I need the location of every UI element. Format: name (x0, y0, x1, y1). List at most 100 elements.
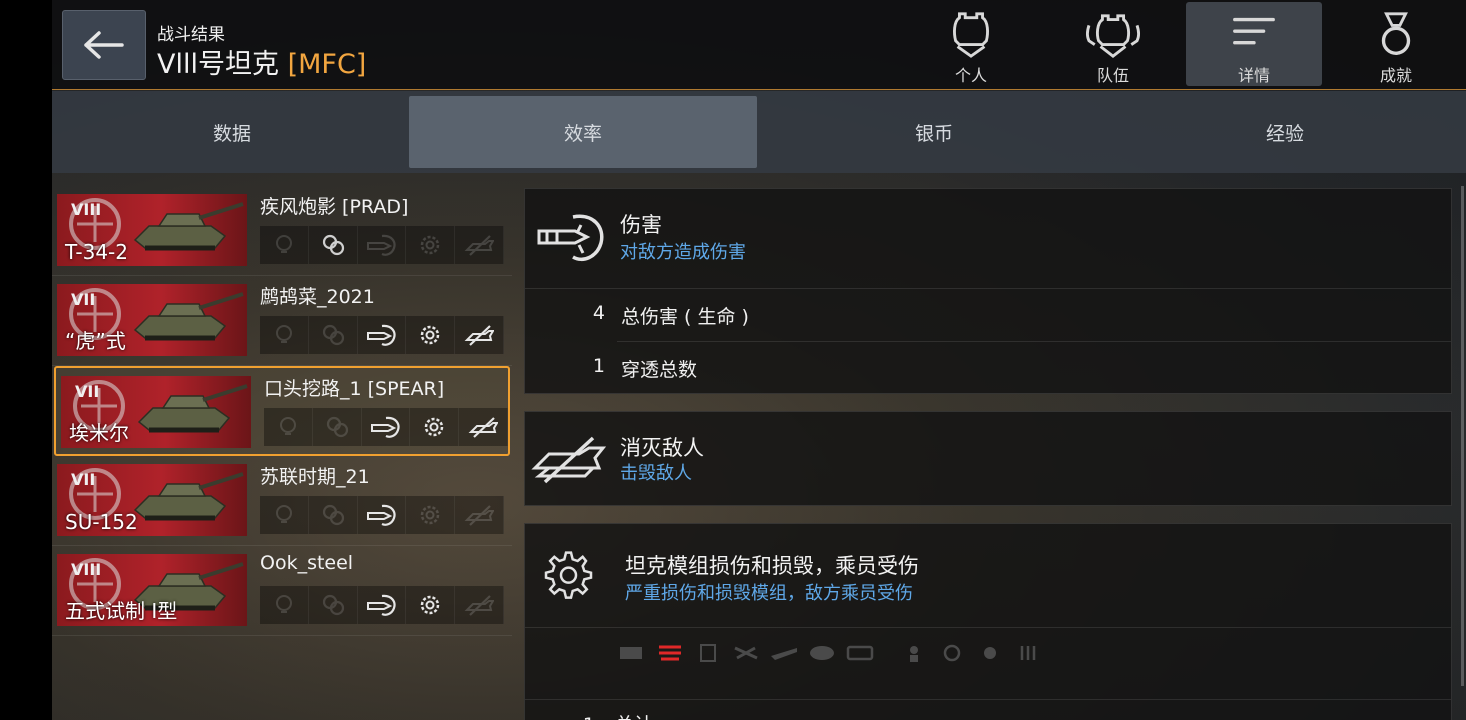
stat-value: 1 (565, 714, 595, 720)
back-button[interactable] (62, 10, 146, 80)
radio-icon (731, 642, 761, 664)
optics-icon (845, 642, 875, 664)
fuel-tank-icon (693, 642, 723, 664)
shell-damage-icon (537, 214, 604, 262)
badge-shell-damage-icon (358, 226, 407, 264)
stat-row: 1 穿透总数 (593, 342, 1451, 395)
kill-title: 消灭敌人 (620, 436, 704, 460)
player-name: 鹧鸪菜_2021 (260, 286, 375, 308)
tank-name: T-34-2 (65, 240, 128, 264)
tank-tier: VIII (71, 200, 102, 219)
destroyed-tank-icon (464, 235, 495, 256)
module-damage-panel: 坦克模组损伤和损毁，乘员受伤 严重损伤和损毁模组，敌方乘员受伤 1 总计 (524, 523, 1452, 720)
tank-name: 五式试制 I型 (65, 599, 178, 623)
tab-achievements[interactable]: 成就 (1328, 2, 1464, 86)
gear-icon (421, 235, 440, 255)
tab-team-label: 队伍 (1096, 66, 1129, 85)
player-row[interactable]: VIII T-34-2 疾风炮影 [PRAD] (52, 186, 512, 276)
stat-label: 总伤害 ( 生命 ) (621, 306, 749, 328)
gear-icon (425, 417, 444, 437)
shell-damage-icon (367, 594, 397, 616)
stat-value: 1 (592, 355, 605, 377)
badge-assist-icon (309, 226, 358, 264)
stat-row: 4 总伤害 ( 生命 ) (593, 289, 1451, 342)
gear-icon (421, 595, 440, 615)
engine-icon (617, 642, 647, 664)
assist-icon (326, 416, 348, 438)
destroyed-tank-icon (468, 417, 499, 438)
battle-results-screen: 战斗结果 Vlll号坦克 [MFC] 个人 队伍 详情 成就 数据 效率 银币 … (52, 0, 1466, 720)
turret-icon (807, 642, 837, 664)
tank-tier: VII (71, 290, 96, 309)
tank-card: VIII T-34-2 (57, 194, 247, 266)
tank-card: VII “虎”式 (57, 284, 247, 356)
destroyed-tank-icon (531, 436, 607, 484)
tank-name: 埃米尔 (69, 421, 129, 445)
module-desc: 严重损伤和损毁模组，敌方乘员受伤 (625, 583, 913, 604)
tank-title: Vlll号坦克 (157, 49, 279, 80)
tank-name: “虎”式 (65, 329, 126, 353)
subtab-efficiency[interactable]: 效率 (409, 96, 757, 168)
gear-icon (421, 505, 440, 525)
badge-assist-icon (309, 496, 358, 534)
stat-label: 穿透总数 (621, 359, 698, 381)
subtab-bar: 数据 效率 银币 经验 (52, 91, 1466, 173)
tank-tier: VII (71, 470, 96, 489)
badge-destroyed-tank-icon (455, 496, 504, 534)
achievement-badges (264, 408, 508, 446)
badge-shell-damage-icon (358, 496, 407, 534)
lightbulb-icon (275, 235, 292, 253)
badge-gear-icon (406, 496, 456, 534)
subtab-experience[interactable]: 经验 (1111, 96, 1459, 168)
kill-desc: 击毁敌人 (620, 463, 692, 484)
tab-team[interactable]: 队伍 (1045, 2, 1181, 86)
tank-card: VIII 五式试制 I型 (57, 554, 247, 626)
tab-personal-label: 个人 (954, 66, 987, 85)
badge-shell-damage-icon (358, 586, 407, 624)
destroyed-tank-icon (464, 505, 495, 526)
badge-lightbulb-icon (260, 586, 309, 624)
scrollbar[interactable] (1461, 186, 1464, 686)
team-icon (1086, 14, 1140, 58)
tab-personal[interactable]: 个人 (903, 2, 1039, 86)
tab-achievements-label: 成就 (1379, 66, 1412, 85)
module-panel-header: 坦克模组损伤和损毁，乘员受伤 严重损伤和损毁模组，敌方乘员受伤 (525, 524, 1451, 628)
player-row[interactable]: VIII 五式试制 I型 Ook_steel (52, 546, 512, 636)
gear-icon (544, 551, 593, 599)
damage-title: 伤害 (620, 213, 662, 237)
player-row[interactable]: VII “虎”式 鹧鸪菜_2021 (52, 276, 512, 366)
player-name: 口头挖路_1 [SPEAR] (264, 378, 445, 400)
badge-assist-icon (309, 586, 358, 624)
tank-tier: VII (75, 382, 100, 401)
badge-lightbulb-icon (260, 226, 309, 264)
player-name: Ook_steel (260, 552, 354, 574)
module-title: 坦克模组损伤和损毁，乘员受伤 (625, 554, 919, 578)
tank-image (133, 202, 244, 251)
badge-gear-icon (406, 226, 456, 264)
shell-damage-icon (367, 504, 397, 526)
assist-icon (322, 324, 344, 346)
badge-lightbulb-icon (260, 316, 309, 354)
player-row[interactable]: VII 埃米尔 口头挖路_1 [SPEAR] (54, 366, 510, 456)
tank-name: SU-152 (65, 510, 138, 534)
shell-damage-icon (371, 416, 401, 438)
player-row[interactable]: VII SU-152 苏联时期_21 (52, 456, 512, 546)
subtab-silver[interactable]: 银币 (760, 96, 1108, 168)
damage-desc: 对敌方造成伤害 (620, 242, 746, 263)
subtab-data[interactable]: 数据 (58, 96, 406, 168)
badge-destroyed-tank-icon (455, 586, 504, 624)
assist-icon (322, 594, 344, 616)
assist-icon (322, 504, 344, 526)
commander-icon (899, 642, 929, 664)
tab-details-label: 详情 (1237, 66, 1270, 85)
tab-details[interactable]: 详情 (1186, 2, 1322, 86)
divider (525, 699, 1451, 700)
achievement-badges (260, 316, 504, 354)
badge-gear-icon (410, 408, 460, 446)
shell-damage-icon (367, 324, 397, 346)
details-list-icon (1233, 17, 1275, 45)
tank-tier: VIII (71, 560, 102, 579)
tank-card: VII 埃米尔 (61, 376, 251, 448)
lightbulb-icon (275, 505, 292, 523)
destroyed-tank-icon (464, 325, 495, 346)
